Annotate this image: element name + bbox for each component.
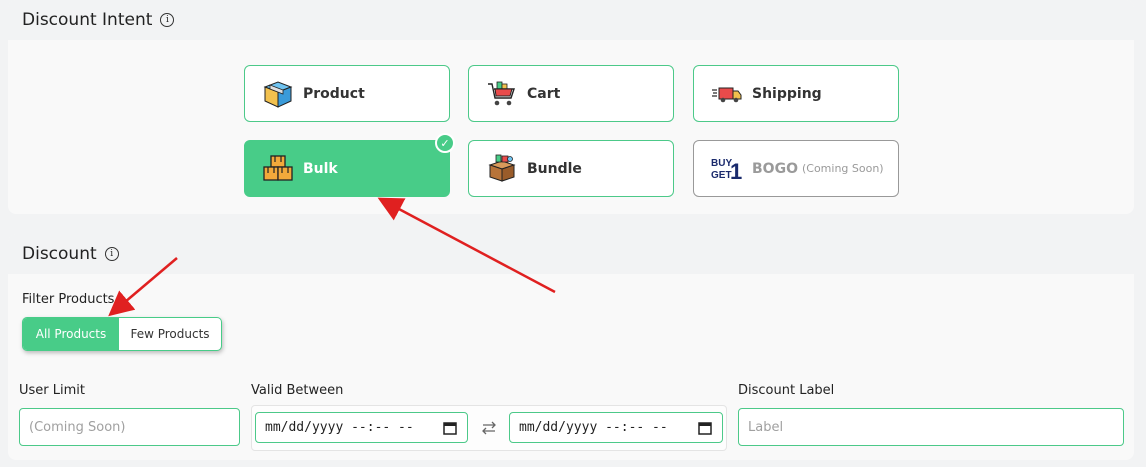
- swap-arrows-icon: [482, 421, 496, 435]
- delivery-truck-icon: [712, 87, 742, 102]
- end-date-placeholder: mm/dd/yyyy --:-- --: [519, 420, 668, 435]
- user-limit-input[interactable]: (Coming Soon): [19, 408, 240, 446]
- calendar-icon[interactable]: [443, 421, 457, 435]
- discount-title: Discount: [22, 244, 97, 264]
- intent-card-label: Cart: [527, 85, 561, 102]
- discount-label-input[interactable]: Label: [738, 408, 1124, 446]
- stacked-boxes-icon: [263, 154, 293, 181]
- intent-card-bulk[interactable]: Bulk ✓: [244, 133, 455, 197]
- few-products-option[interactable]: Few Products: [119, 318, 221, 350]
- user-limit-label: User Limit: [19, 383, 85, 398]
- start-date-input[interactable]: mm/dd/yyyy --:-- --: [255, 412, 468, 443]
- valid-between-label: Valid Between: [251, 383, 344, 398]
- end-date-input[interactable]: mm/dd/yyyy --:-- --: [509, 412, 723, 443]
- discount-intent-header: Discount Intent i: [8, 0, 1134, 40]
- intent-card-label: Bulk: [303, 160, 338, 177]
- svg-text:1: 1: [730, 159, 742, 184]
- info-icon[interactable]: i: [104, 247, 119, 261]
- intent-card-label: Product: [303, 85, 365, 102]
- intent-card-product[interactable]: Product: [244, 65, 450, 122]
- intent-card-shipping[interactable]: Shipping: [693, 65, 899, 122]
- discount-header: Discount i: [8, 234, 1134, 274]
- filter-products-toggle: All Products Few Products: [22, 317, 222, 351]
- calendar-icon[interactable]: [698, 421, 712, 435]
- intent-card-label: BOGO: [752, 160, 798, 177]
- buy-get-1-icon: BUY GET 1: [711, 158, 742, 184]
- discount-intent-title: Discount Intent: [22, 10, 153, 30]
- intent-card-label: Bundle: [527, 160, 582, 177]
- discount-label-label: Discount Label: [738, 383, 835, 398]
- filter-products-label: Filter Products: [22, 292, 115, 307]
- intent-card-label: Shipping: [752, 85, 822, 102]
- user-limit-placeholder: (Coming Soon): [29, 419, 126, 435]
- all-products-option[interactable]: All Products: [23, 318, 119, 350]
- shopping-cart-icon: [488, 81, 515, 105]
- intent-card-bundle[interactable]: Bundle: [468, 140, 674, 197]
- intent-card-bogo[interactable]: BUY GET 1 BOGO (Coming Soon): [693, 140, 899, 197]
- info-icon[interactable]: i: [160, 13, 175, 27]
- start-date-placeholder: mm/dd/yyyy --:-- --: [265, 420, 414, 435]
- product-box-icon: [263, 80, 293, 108]
- bundle-box-icon: [488, 154, 516, 182]
- coming-soon-note: (Coming Soon): [801, 162, 884, 175]
- intent-card-cart[interactable]: Cart: [468, 65, 674, 122]
- selected-check-icon: ✓: [435, 133, 455, 153]
- discount-label-placeholder: Label: [748, 419, 784, 435]
- svg-text:GET: GET: [711, 170, 732, 181]
